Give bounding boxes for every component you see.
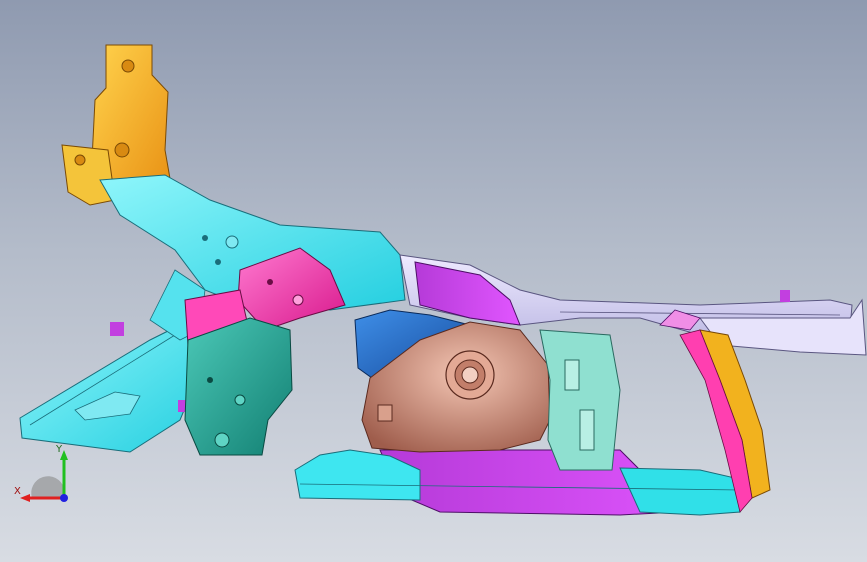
- x-axis-label: X: [14, 486, 21, 497]
- z-axis-dot-icon: [60, 494, 68, 502]
- front-rail-lower[interactable]: [19, 319, 206, 453]
- hinge-pillar[interactable]: [539, 329, 621, 471]
- coordinate-triad: Y X: [14, 444, 68, 502]
- triad-plane-icon: [31, 476, 64, 498]
- y-axis-label: Y: [55, 444, 63, 455]
- cad-viewport[interactable]: Y X: [0, 0, 867, 562]
- body-frame-model[interactable]: [0, 0, 867, 562]
- x-axis-head-icon: [20, 494, 30, 502]
- cowl-side-panel[interactable]: [184, 317, 293, 456]
